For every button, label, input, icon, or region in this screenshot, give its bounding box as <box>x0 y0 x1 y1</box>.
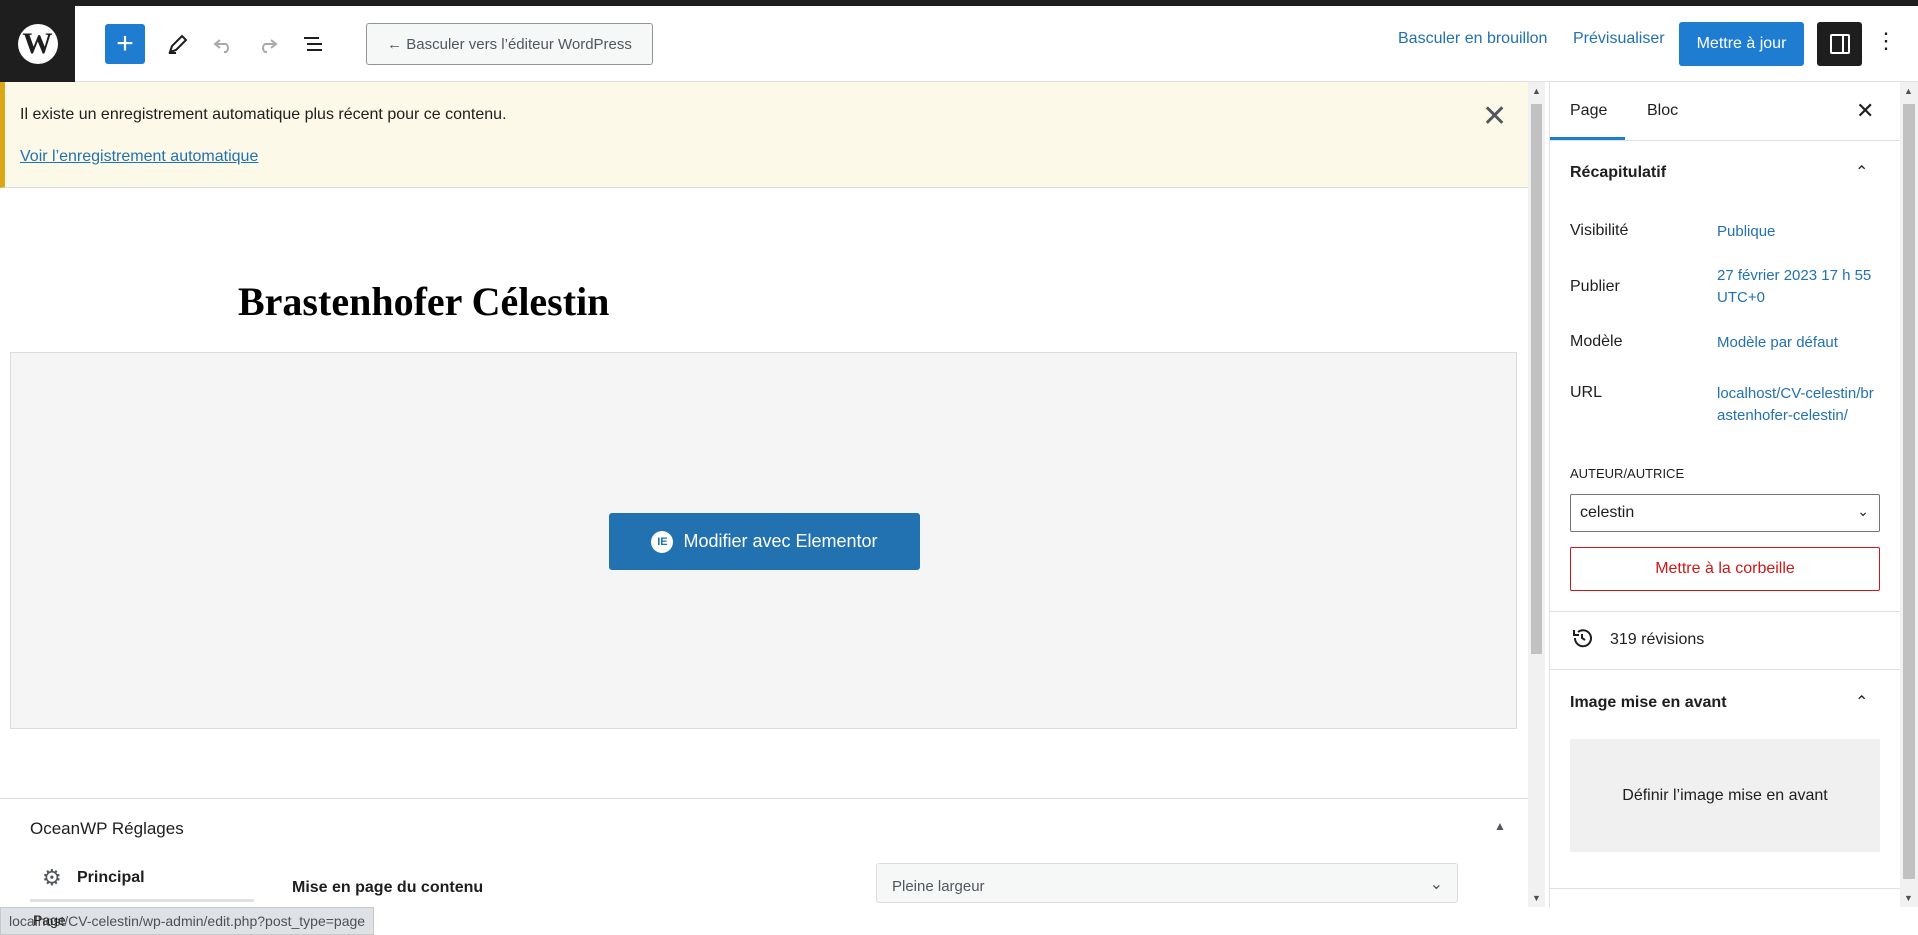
block-breadcrumb[interactable]: Page <box>33 912 66 928</box>
autosave-notice: Il existe un enregistrement automatique … <box>0 82 1528 188</box>
chevron-down-icon: ⌄ <box>1429 876 1443 893</box>
tab-bloc[interactable]: Bloc <box>1647 102 1678 120</box>
chevron-up-icon[interactable]: ⌃ <box>1855 162 1868 182</box>
visibility-value[interactable]: Publique <box>1717 221 1877 243</box>
content-layout-label: Mise en page du contenu <box>292 879 484 896</box>
divider <box>1550 888 1900 889</box>
status-bar: localhost/CV-celestin/wp-admin/edit.php?… <box>0 907 1918 935</box>
chevron-up-icon[interactable]: ⌃ <box>1855 692 1868 712</box>
content-layout-select[interactable]: Pleine largeur ⌄ <box>876 863 1458 903</box>
undo-icon[interactable] <box>205 22 241 66</box>
editor-header: W + ← Basculer vers l’éditeur WordPress … <box>0 6 1918 82</box>
revisions-link[interactable]: 319 révisions <box>1610 631 1704 649</box>
author-label: AUTEUR/AUTRICE <box>1570 466 1685 481</box>
document-overview-icon[interactable] <box>295 22 331 66</box>
url-value[interactable]: localhost/CV-celestin/brastenhofer-celes… <box>1717 383 1877 427</box>
author-value: celestin <box>1580 504 1635 521</box>
view-autosave-link[interactable]: Voir l’enregistrement automatique <box>20 148 258 166</box>
scrollbar-thumb[interactable] <box>1903 104 1915 879</box>
options-menu-icon[interactable]: ⋮ <box>1875 30 1897 52</box>
elementor-placeholder: IE Modifier avec Elementor <box>10 352 1517 729</box>
redo-icon[interactable] <box>250 22 286 66</box>
settings-sidebar-toggle[interactable] <box>1817 22 1862 66</box>
close-icon[interactable]: ✕ <box>1482 102 1507 132</box>
template-value[interactable]: Modèle par défaut <box>1717 332 1877 354</box>
set-featured-image-button[interactable]: Définir l’image mise en avant <box>1570 739 1880 852</box>
elementor-icon: IE <box>651 530 674 553</box>
switch-to-wordpress-editor-button[interactable]: ← Basculer vers l’éditeur WordPress <box>366 23 653 65</box>
scroll-down-icon[interactable]: ▼ <box>1532 893 1541 903</box>
publish-label: Publier <box>1570 278 1620 295</box>
edit-with-elementor-button[interactable]: IE Modifier avec Elementor <box>609 513 920 570</box>
sidebar-icon <box>1829 34 1850 54</box>
scrollbar-thumb[interactable] <box>1531 104 1542 654</box>
editor-canvas: Il existe un enregistrement automatique … <box>0 82 1528 907</box>
settings-sidebar: Page Bloc ✕ Récapitulatif ⌃ Visibilité P… <box>1549 82 1900 907</box>
featured-image-title[interactable]: Image mise en avant <box>1570 694 1727 712</box>
visibility-label: Visibilité <box>1570 222 1629 239</box>
scroll-up-icon[interactable]: ▲ <box>1904 86 1913 96</box>
history-icon[interactable] <box>1570 626 1594 656</box>
autosave-notice-message: Il existe un enregistrement automatique … <box>20 106 507 123</box>
scroll-down-icon[interactable]: ▼ <box>1904 893 1913 903</box>
tab-page[interactable]: Page <box>1570 102 1607 120</box>
author-select[interactable]: celestin ⌄ <box>1570 494 1880 532</box>
switch-to-draft-button[interactable]: Basculer en brouillon <box>1398 30 1547 48</box>
move-to-trash-button[interactable]: Mettre à la corbeille <box>1570 547 1880 591</box>
preview-button[interactable]: Prévisualiser <box>1573 30 1665 48</box>
chevron-down-icon: ⌄ <box>1857 503 1869 519</box>
oceanwp-settings-metabox: OceanWP Réglages ▲ ⚙ Principal Mise en p… <box>0 798 1528 907</box>
summary-title[interactable]: Récapitulatif <box>1570 164 1666 182</box>
gear-icon: ⚙ <box>42 865 62 890</box>
page-title[interactable]: Brastenhofer Célestin <box>238 278 609 325</box>
content-layout-value: Pleine largeur <box>892 878 985 895</box>
wordpress-logo-icon: W <box>17 24 58 64</box>
scroll-up-icon[interactable]: ▲ <box>1532 86 1541 96</box>
pencil-tools-icon[interactable] <box>160 22 196 66</box>
collapse-toggle-icon[interactable]: ▲ <box>1494 819 1506 833</box>
edit-with-elementor-label: Modifier avec Elementor <box>683 531 878 551</box>
active-tab-indicator <box>1550 137 1625 140</box>
add-block-button[interactable]: + <box>105 24 145 64</box>
publish-date-value[interactable]: 27 février 2023 17 h 55 UTC+0 <box>1717 265 1877 309</box>
url-label: URL <box>1570 384 1603 401</box>
editor-scrollbar[interactable]: ▲ ▼ <box>1528 82 1545 907</box>
sidebar-scrollbar[interactable]: ▲ ▼ <box>1900 82 1918 907</box>
tab-principal[interactable]: Principal <box>77 869 145 887</box>
divider <box>1550 611 1900 612</box>
close-icon[interactable]: ✕ <box>1856 98 1874 124</box>
sidebar-tabs: Page Bloc ✕ <box>1550 82 1900 141</box>
template-label: Modèle <box>1570 333 1623 350</box>
tab-underline <box>30 899 254 902</box>
wordpress-logo-button[interactable]: W <box>0 6 75 82</box>
metabox-title: OceanWP Réglages <box>30 819 184 838</box>
update-button[interactable]: Mettre à jour <box>1679 22 1804 66</box>
divider <box>1550 669 1900 670</box>
